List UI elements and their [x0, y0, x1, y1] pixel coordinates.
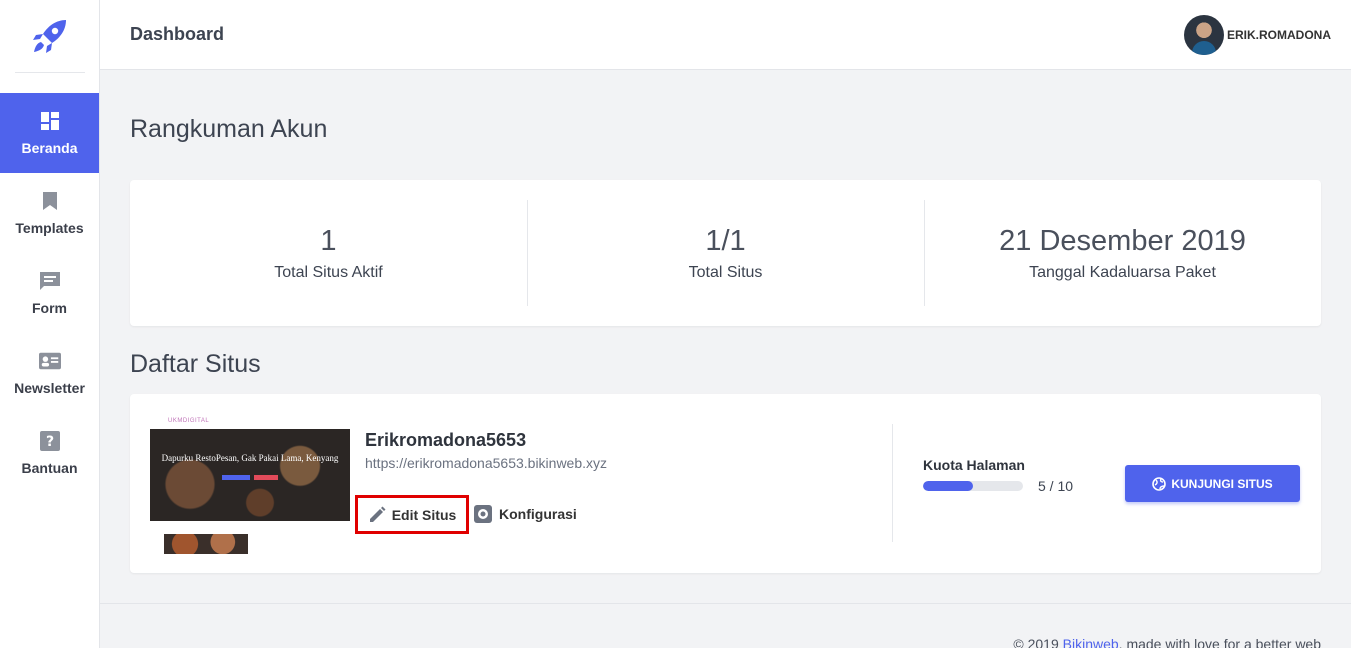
- bookmark-icon: [39, 190, 61, 212]
- sidebar-item-templates[interactable]: Templates: [0, 173, 99, 253]
- quota-value: 5 / 10: [1038, 478, 1074, 494]
- site-card-divider: [892, 424, 893, 542]
- user-menu[interactable]: ERIK.ROMADONA: [1184, 15, 1331, 55]
- site-thumbnail[interactable]: UKMDIGITAL Dapurku RestoPesan, Gak Pakai…: [150, 416, 350, 554]
- edit-site-label: Edit Situs: [391, 506, 457, 523]
- footer-copyright: © 2019: [1013, 636, 1063, 648]
- quota-label: Kuota Halaman: [923, 457, 1025, 473]
- footer-tagline: , made with love for a better web: [1118, 636, 1321, 648]
- site-card: UKMDIGITAL Dapurku RestoPesan, Gak Pakai…: [130, 394, 1321, 573]
- thumbnail-button-secondary: [254, 475, 278, 480]
- rocket-icon: [32, 20, 66, 53]
- stat-value: 1: [320, 224, 337, 257]
- contact-card-icon: [38, 350, 61, 372]
- footer-link-bikinweb[interactable]: Bikinweb: [1063, 636, 1119, 648]
- thumbnail-hero-title: Dapurku RestoPesan, Gak Pakai Lama, Keny…: [161, 453, 339, 463]
- visit-site-button[interactable]: KUNJUNGI SITUS: [1125, 465, 1300, 502]
- app-logo[interactable]: [0, 0, 99, 72]
- help-icon: ?: [39, 430, 61, 452]
- thumbnail-hero: Dapurku RestoPesan, Gak Pakai Lama, Keny…: [150, 429, 350, 521]
- sidebar-item-newsletter[interactable]: Newsletter: [0, 333, 99, 413]
- top-header: Dashboard ERIK.ROMADONA: [100, 0, 1351, 70]
- sidebar-divider: [14, 72, 85, 73]
- sidebar-item-label: Form: [32, 300, 67, 316]
- summary-heading: Rangkuman Akun: [130, 115, 328, 143]
- page-title: Dashboard: [130, 24, 225, 44]
- gear-icon: [474, 505, 492, 523]
- sidebar-item-bantuan[interactable]: ? Bantuan: [0, 413, 99, 493]
- site-name: Erikromadona5653: [365, 430, 527, 450]
- sidebar-item-label: Beranda: [21, 140, 78, 156]
- stat-label: Total Situs Aktif: [274, 263, 383, 281]
- dashboard-icon: [39, 110, 61, 132]
- stat-label: Tanggal Kadaluarsa Paket: [1029, 263, 1216, 281]
- sidebar-item-label: Bantuan: [21, 460, 78, 476]
- quota-progress-bar: [923, 481, 1023, 491]
- avatar: [1184, 15, 1224, 55]
- globe-icon: [1152, 476, 1167, 491]
- sidebar: Beranda Templates Form Newsletter ? Bant…: [0, 0, 100, 648]
- stat-value: 21 Desember 2019: [999, 224, 1246, 257]
- stat-label: Total Situs: [688, 263, 763, 281]
- visit-site-label: KUNJUNGI SITUS: [1171, 476, 1273, 491]
- sidebar-item-label: Templates: [15, 220, 84, 236]
- configure-site-label: Konfigurasi: [499, 506, 577, 522]
- footer-divider: [100, 603, 1351, 604]
- username: ERIK.ROMADONA: [1227, 28, 1331, 42]
- site-url: https://erikromadona5653.bikinweb.xyz: [365, 455, 608, 471]
- sites-heading: Daftar Situs: [130, 350, 261, 378]
- thumbnail-food-image: [164, 534, 248, 554]
- stat-total-sites: 1/1 Total Situs: [527, 180, 924, 326]
- sidebar-item-beranda[interactable]: Beranda: [0, 93, 99, 173]
- footer: © 2019 Bikinweb, made with love for a be…: [1013, 636, 1321, 648]
- pencil-icon: [369, 506, 386, 522]
- sidebar-item-label: Newsletter: [14, 380, 85, 396]
- stat-expiry-date: 21 Desember 2019 Tanggal Kadaluarsa Pake…: [924, 180, 1321, 326]
- sidebar-item-form[interactable]: Form: [0, 253, 99, 333]
- stat-active-sites: 1 Total Situs Aktif: [130, 180, 527, 326]
- message-icon: [39, 270, 61, 292]
- svg-text:?: ?: [45, 434, 53, 450]
- summary-card: 1 Total Situs Aktif 1/1 Total Situs 21 D…: [130, 180, 1321, 326]
- thumbnail-button-primary: [222, 475, 250, 480]
- thumbnail-brand: UKMDIGITAL: [168, 418, 210, 424]
- edit-site-button[interactable]: Edit Situs: [355, 495, 469, 534]
- configure-site-button[interactable]: Konfigurasi: [473, 504, 577, 524]
- quota-progress-fill: [923, 481, 973, 491]
- stat-value: 1/1: [705, 224, 746, 257]
